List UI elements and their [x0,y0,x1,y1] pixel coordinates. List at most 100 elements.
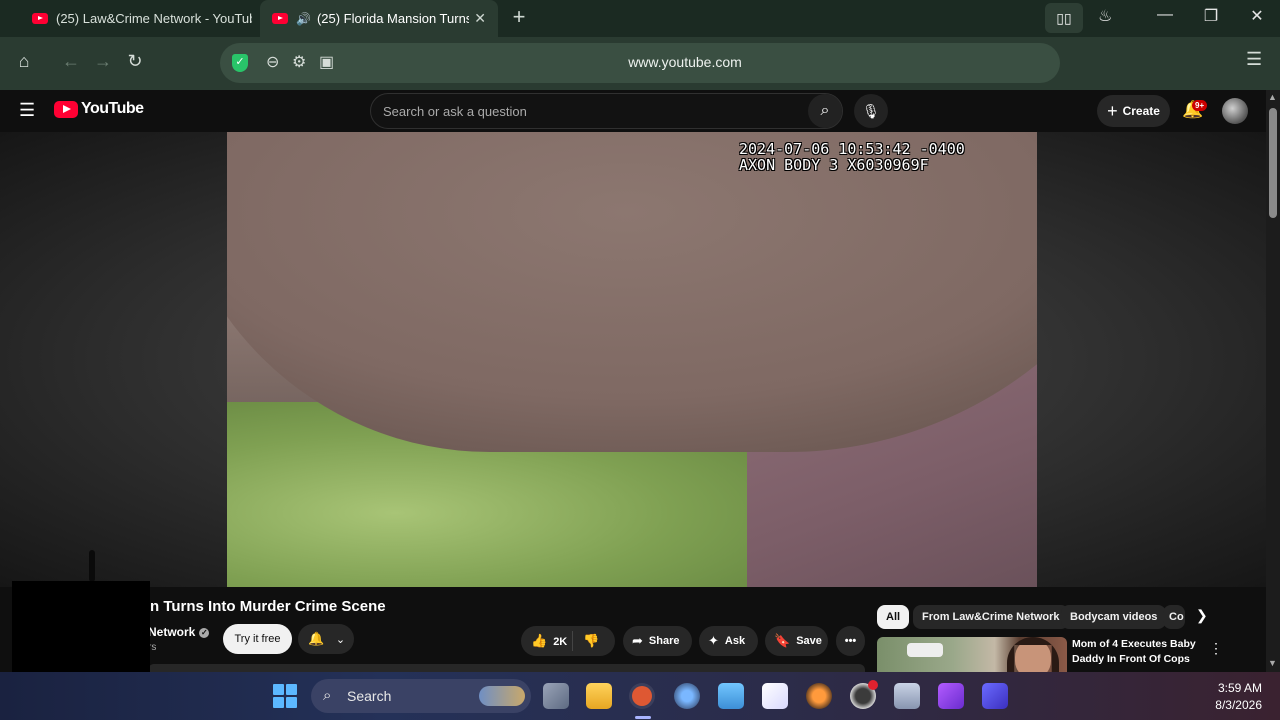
page-scrollbar[interactable]: ▲ ▼ [1266,90,1280,672]
chip-from-channel[interactable]: From Law&Crime Network [913,605,1069,629]
share-icon: ➦ [632,633,643,648]
like-dislike-group: 👍 2K 👎 [521,626,615,656]
video-title: n Turns Into Murder Crime Scene [150,598,386,615]
thumbs-down-icon: 👎 [583,632,600,648]
taskbar: ⌕ Search [0,672,1280,720]
minimize-button[interactable]: — [1153,6,1177,24]
try-it-free-button[interactable]: Try it free [223,624,292,654]
new-tab-button[interactable]: + [508,5,530,29]
home-icon[interactable]: ⌂ [13,51,35,72]
browser-tab-strip: (25) Law&Crime Network - YouTube 🔊 (25) … [0,0,1280,37]
recommendation-title[interactable]: Mom of 4 Executes Baby Daddy In Front Of… [1072,637,1197,667]
taskbar-search[interactable]: ⌕ Search [311,679,531,713]
more-vertical-icon[interactable]: ⋮ [1209,640,1223,657]
folder-icon[interactable] [586,683,612,709]
address-bar[interactable]: ✓ ⊖ ⚙ ▣ www.youtube.com [220,43,1060,83]
close-tab-icon[interactable]: ✕ [474,10,486,27]
browser-toolbar: ⌂ ← → ↻ ✓ ⊖ ⚙ ▣ www.youtube.com ☰ [0,37,1280,90]
sidebar-toggle-button[interactable]: ▯▯ [1045,3,1083,33]
settings-icon[interactable] [674,683,700,709]
youtube-header: ☰ YouTube Search or ask a question ⌕ 🎙 +… [0,90,1266,132]
search-icon[interactable]: ⌕ [808,94,842,128]
create-button[interactable]: + Create [1097,95,1170,127]
guide-menu-icon[interactable]: ☰ [19,100,35,121]
start-tile [286,684,297,695]
windows-start-button[interactable] [273,684,297,708]
more-actions-button[interactable]: ••• [836,626,865,656]
scroll-down-icon[interactable]: ▼ [1268,658,1277,668]
search-icon: ⌕ [323,687,332,704]
browser-tab-active-video[interactable]: 🔊 (25) Florida Mansion Turns Into Murder… [260,0,498,37]
description-box[interactable] [148,664,865,672]
video-player[interactable]: 2024-07-06 10:53:42 -0400 AXON BODY 3 X6… [227,132,1037,587]
youtube-logo[interactable]: YouTube [54,100,144,118]
create-label: Create [1122,104,1160,118]
notification-badge: 9+ [1192,100,1208,111]
save-button[interactable]: 🔖 Save [765,626,828,656]
dislike-button[interactable]: 👎 [573,626,599,657]
restore-button[interactable]: ❐ [1199,6,1223,26]
active-app-indicator [635,716,651,719]
channel-name-text: Network [148,625,196,639]
more-icon: ••• [844,635,857,647]
start-tile [286,697,297,708]
ask-label: Ask [724,635,746,647]
chevron-right-icon[interactable]: ❯ [1196,607,1208,624]
sidebar-icon: ▯▯ [1056,9,1072,26]
search-highlight-image [479,686,525,706]
forward-icon[interactable]: → [92,51,114,72]
chevron-down-icon: ⌄ [335,634,346,646]
plus-icon: + [1107,100,1118,121]
obs-icon[interactable] [850,680,878,709]
like-count: 2K [553,636,568,648]
back-icon[interactable]: ← [60,51,82,72]
scroll-up-icon[interactable]: ▲ [1268,92,1277,102]
flame-icon[interactable]: ♨ [1098,6,1112,26]
app-icon[interactable] [982,683,1008,709]
notepad-icon[interactable] [718,683,744,709]
reload-icon[interactable]: ↻ [124,51,146,72]
sparkle-icon: ✦ [708,633,719,648]
clipchamp-icon[interactable] [938,683,964,709]
subscription-bell-button[interactable]: 🔔 ⌄ [298,624,354,654]
save-label: Save [796,635,822,647]
browser-menu-icon[interactable]: ☰ [1246,49,1262,70]
duckduckgo-logo [632,686,652,706]
like-button[interactable]: 👍 2K [521,631,573,651]
youtube-logo-text: YouTube [81,100,144,117]
microphone-icon[interactable]: 🎙 [854,94,888,128]
youtube-favicon-icon [32,13,48,24]
ask-button[interactable]: ✦ Ask [699,626,758,656]
search-input[interactable]: Search or ask a question ⌕ [370,93,843,129]
bookmark-icon: 🔖 [774,633,791,648]
chip-more[interactable]: Co [1163,605,1185,629]
browser-tab-lawcrime[interactable]: (25) Law&Crime Network - YouTube [20,0,260,37]
thumbs-up-icon: 👍 [531,633,548,648]
search-placeholder: Search or ask a question [383,104,527,119]
video-frame-arm [227,132,1037,452]
duckduckgo-icon[interactable] [629,683,655,709]
url-text: www.youtube.com [628,54,742,70]
overlay-line-2: AXON BODY 3 X6030969F [739,156,929,174]
bodycam-timestamp-overlay: 2024-07-06 10:53:42 -0400 AXON BODY 3 X6… [739,141,965,173]
clock-time[interactable]: 3:59 AM [1200,681,1262,695]
scrollbar-thumb[interactable] [1269,108,1277,218]
clock-date[interactable]: 8/3/2026 [1200,698,1262,712]
chip-all[interactable]: All [877,605,910,629]
fl-studio-icon[interactable] [806,683,832,709]
close-window-button[interactable]: ✕ [1245,6,1269,26]
verified-icon: ✓ [199,628,210,638]
bell-icon: 🔔 [308,631,325,646]
recommendation-thumbnail[interactable] [877,637,1067,672]
snipping-tool-icon[interactable] [762,683,788,709]
avatar[interactable] [1222,98,1248,124]
tab-title: (25) Law&Crime Network - YouTube [56,11,252,26]
chip-bodycam[interactable]: Bodycam videos [1061,605,1167,629]
share-label: Share [648,635,680,647]
speaker-icon[interactable]: 🔊 [296,12,311,26]
task-view-icon[interactable] [543,683,569,709]
calculator-icon[interactable] [894,683,920,709]
thumbnail-car [907,643,943,657]
channel-name[interactable]: Network ✓ [148,625,210,639]
share-button[interactable]: ➦ Share [623,626,692,656]
